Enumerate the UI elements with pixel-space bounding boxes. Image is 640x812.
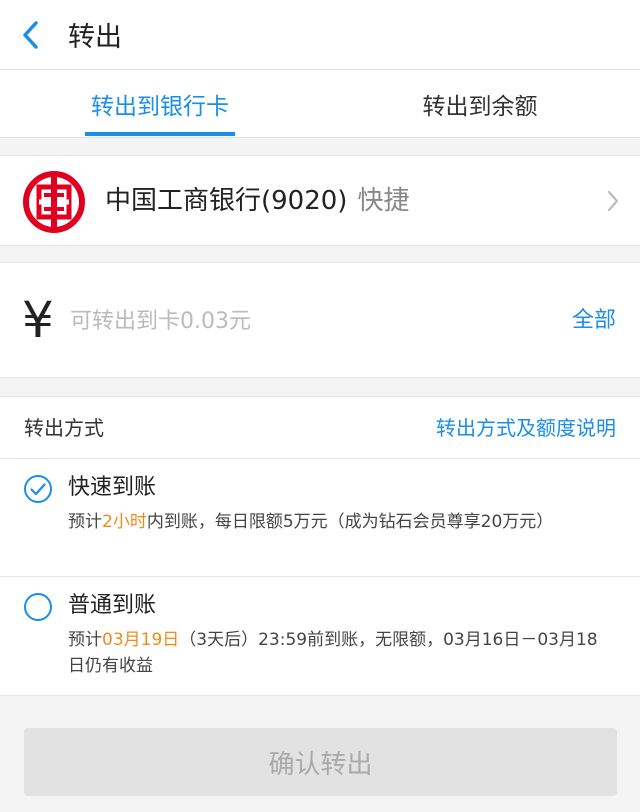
app-header: 转出 — [0, 0, 640, 70]
method-title: 转出方式 — [24, 416, 104, 440]
transfer-method-section: 转出方式 转出方式及额度说明 快速到账 预计2小时内到账，每日限额5万元（成为钻… — [0, 396, 640, 696]
method-help-link[interactable]: 转出方式及额度说明 — [436, 397, 616, 459]
desc-highlight: 03月19日 — [102, 630, 180, 650]
tab-bar: 转出到银行卡 转出到余额 — [0, 70, 640, 138]
amount-section: ¥ 全部 — [0, 262, 640, 378]
desc-prefix: 预计 — [68, 512, 102, 532]
bank-card-selector[interactable]: 中国工商银行(9020) 快捷 — [0, 155, 640, 246]
page-title: 转出 — [68, 22, 122, 53]
bank-name: 中国工商银行(9020) — [105, 186, 348, 216]
chevron-right-icon — [607, 190, 619, 212]
bank-name-label: 中国工商银行(9020) 快捷 — [105, 156, 409, 247]
desc-suffix: 内到账，每日限额5万元（成为钻石会员尊享20万元） — [146, 512, 554, 532]
option-fast-arrival[interactable]: 快速到账 预计2小时内到账，每日限额5万元（成为钻石会员尊享20万元） — [0, 459, 640, 577]
currency-symbol: ¥ — [22, 291, 54, 349]
icbc-logo-icon — [23, 171, 85, 233]
transfer-all-button[interactable]: 全部 — [572, 263, 616, 379]
desc-prefix: 预计 — [68, 630, 102, 650]
option-title: 快速到账 — [68, 475, 157, 500]
radio-checked-icon[interactable] — [23, 474, 53, 504]
tab-to-balance[interactable]: 转出到余额 — [360, 70, 600, 138]
method-header: 转出方式 转出方式及额度说明 — [0, 397, 640, 459]
active-tab-indicator — [85, 132, 235, 136]
option-description: 预计03月19日（3天后）23:59前到账，无限额，03月16日－03月18日仍… — [68, 627, 613, 679]
option-description: 预计2小时内到账，每日限额5万元（成为钻石会员尊享20万元） — [68, 509, 613, 535]
option-normal-arrival[interactable]: 普通到账 预计03月19日（3天后）23:59前到账，无限额，03月16日－03… — [0, 577, 640, 697]
confirm-transfer-button[interactable]: 确认转出 — [24, 728, 617, 796]
tab-to-bank-card[interactable]: 转出到银行卡 — [40, 70, 280, 138]
radio-unchecked-icon[interactable] — [23, 592, 53, 622]
chevron-left-icon[interactable] — [21, 20, 41, 50]
option-title: 普通到账 — [68, 593, 157, 618]
back-button[interactable] — [0, 0, 62, 70]
desc-highlight: 2小时 — [102, 512, 147, 532]
bank-tag: 快捷 — [357, 186, 410, 216]
amount-input[interactable] — [70, 293, 530, 349]
